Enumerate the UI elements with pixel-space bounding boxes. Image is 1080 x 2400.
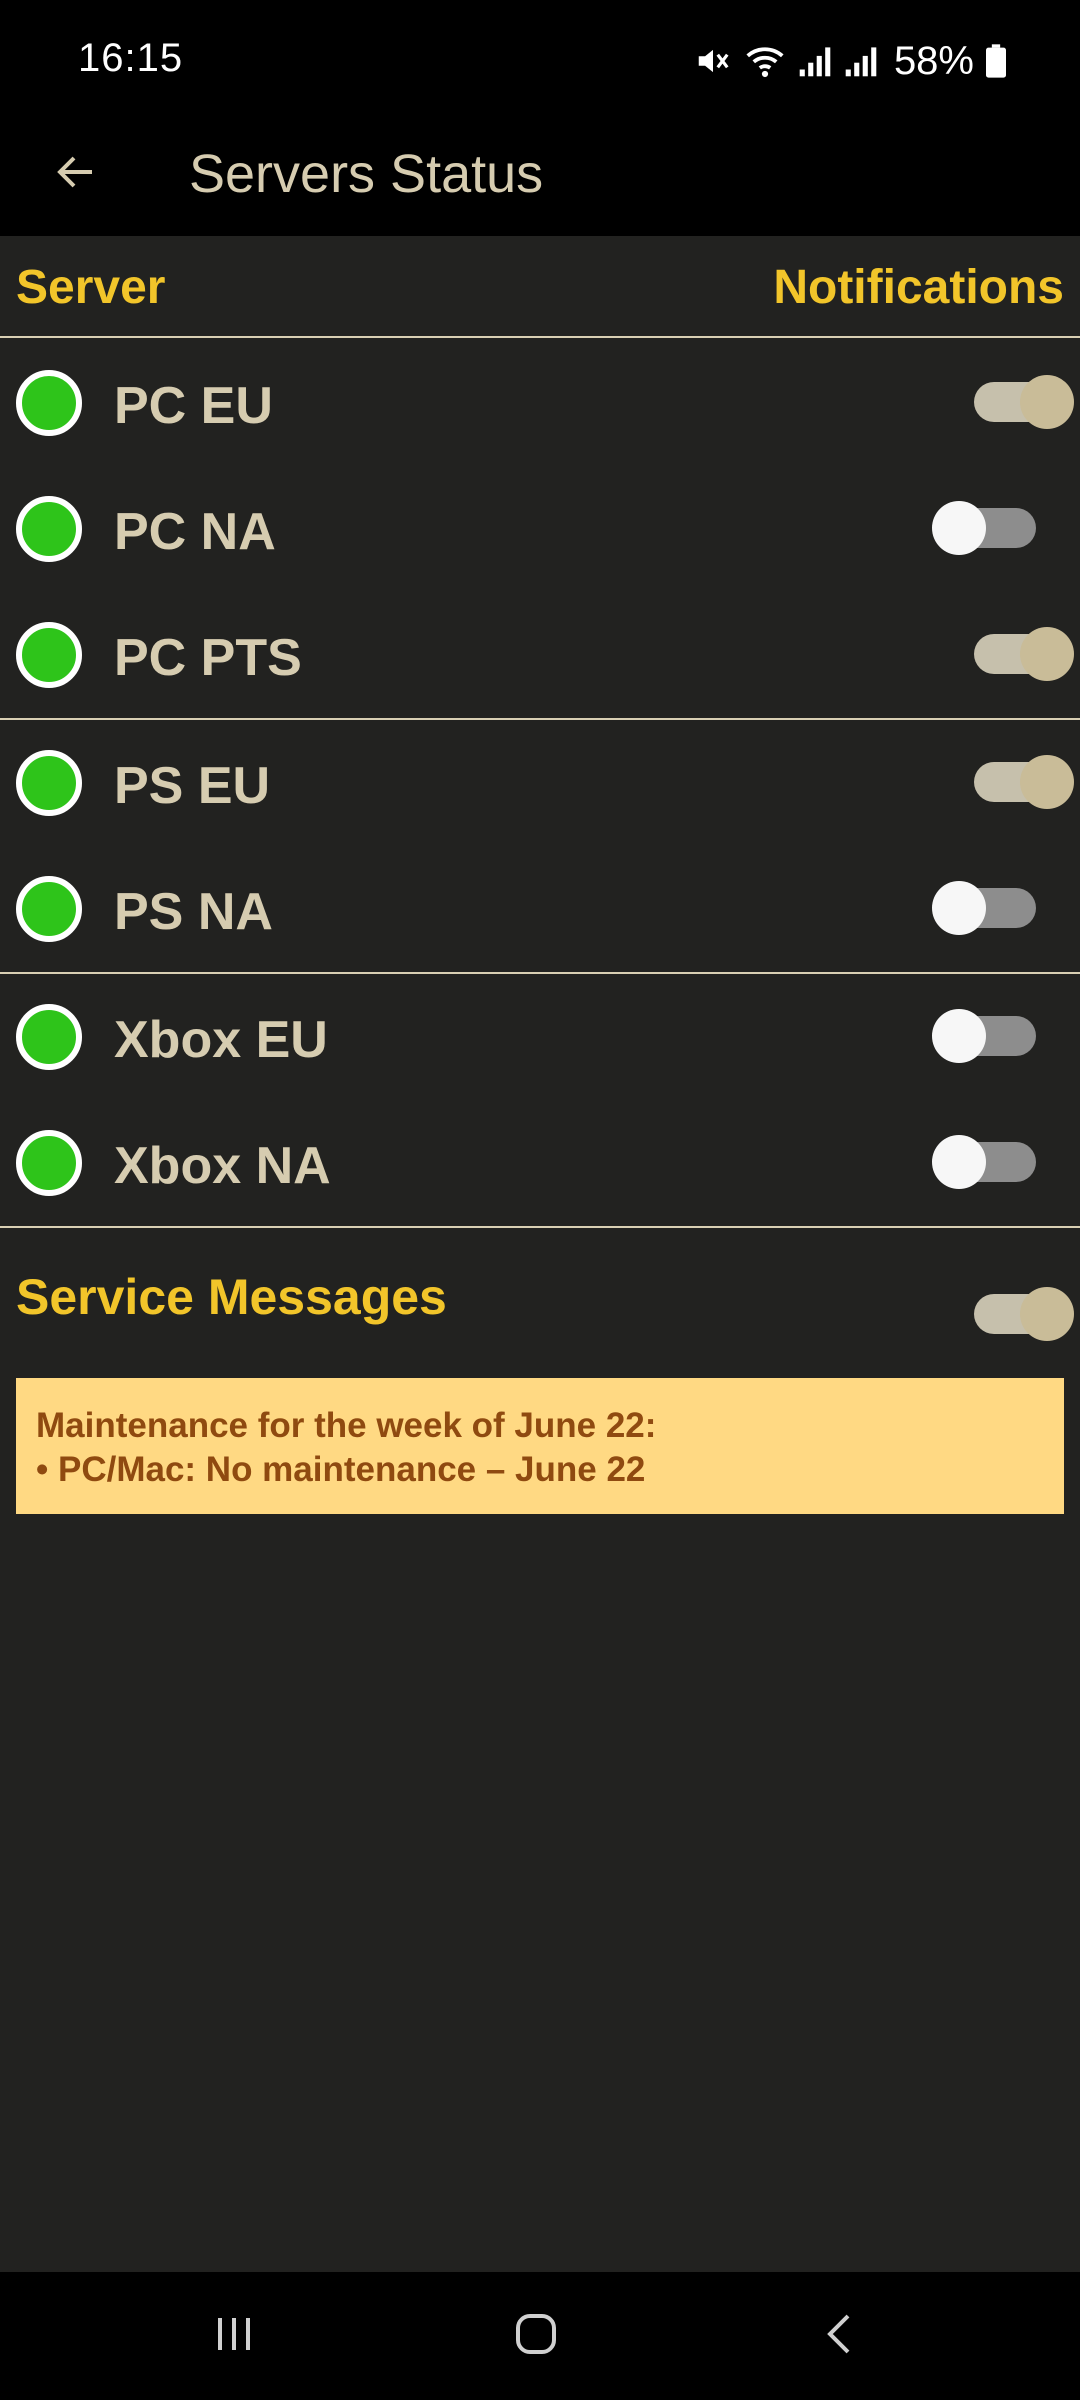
server-row-ps-eu: PS EU xyxy=(0,720,1080,846)
server-name: PS EU xyxy=(114,757,271,815)
server-column-header: Server xyxy=(16,261,166,314)
server-name: Xbox NA xyxy=(114,1137,331,1195)
status-bar: 16:15 58% xyxy=(0,0,1080,120)
wifi-icon xyxy=(744,42,786,80)
back-icon xyxy=(818,2310,862,2363)
notification-toggle-pc-pts[interactable] xyxy=(974,627,1074,681)
server-name: PC NA xyxy=(114,503,276,561)
notifications-column-header: Notifications xyxy=(773,261,1064,314)
service-message-line: • PC/Mac: No maintenance – June 22 xyxy=(36,1450,646,1489)
back-button[interactable] xyxy=(36,134,116,214)
server-row-ps-na: PS NA xyxy=(0,846,1080,972)
mute-icon xyxy=(694,42,732,80)
online-status-icon xyxy=(16,496,82,562)
page-title: Servers Status xyxy=(189,144,544,204)
notification-toggle-ps-na[interactable] xyxy=(932,881,1036,935)
server-row-pc-na: PC NA xyxy=(0,466,1080,592)
server-name: PC PTS xyxy=(114,629,302,687)
battery-icon xyxy=(986,44,1006,78)
system-nav-bar xyxy=(0,2272,1080,2400)
signal-icon xyxy=(844,43,878,79)
recent-apps-button[interactable] xyxy=(184,2296,284,2376)
home-button[interactable] xyxy=(486,2296,586,2376)
server-name: Xbox EU xyxy=(114,1011,328,1069)
online-status-icon xyxy=(16,750,82,816)
recent-apps-icon xyxy=(210,2312,258,2361)
online-status-icon xyxy=(16,622,82,688)
servers-content: Server Notifications PC EU PC NA PC PTS … xyxy=(0,236,1080,2272)
online-status-icon xyxy=(16,1004,82,1070)
service-message-box: Maintenance for the week of June 22: • P… xyxy=(16,1378,1064,1514)
arrow-back-icon xyxy=(52,148,100,201)
notification-toggle-pc-eu[interactable] xyxy=(974,375,1074,429)
notification-toggle-ps-eu[interactable] xyxy=(974,755,1074,809)
status-time: 16:15 xyxy=(78,36,184,80)
app-bar: Servers Status xyxy=(0,120,1080,236)
server-row-pc-eu: PC EU xyxy=(0,340,1080,466)
online-status-icon xyxy=(16,1130,82,1196)
service-messages-toggle[interactable] xyxy=(974,1287,1074,1341)
table-header: Server Notifications xyxy=(0,236,1080,338)
server-name: PS NA xyxy=(114,883,273,941)
service-message-line: Maintenance for the week of June 22: xyxy=(36,1406,657,1445)
server-row-xbox-na: Xbox NA xyxy=(0,1100,1080,1226)
nav-back-button[interactable] xyxy=(790,2296,890,2376)
online-status-icon xyxy=(16,370,82,436)
notification-toggle-xbox-na[interactable] xyxy=(932,1135,1036,1189)
online-status-icon xyxy=(16,876,82,942)
server-row-pc-pts: PC PTS xyxy=(0,592,1080,718)
server-name: PC EU xyxy=(114,377,273,435)
notification-toggle-xbox-eu[interactable] xyxy=(932,1009,1036,1063)
status-icons: 58% xyxy=(694,34,1006,88)
signal-icon xyxy=(798,43,832,79)
battery-percent: 58% xyxy=(893,38,974,83)
home-icon xyxy=(512,2310,560,2363)
service-messages-label: Service Messages xyxy=(16,1269,447,1325)
server-row-xbox-eu: Xbox EU xyxy=(0,974,1080,1100)
group-divider xyxy=(0,1226,1080,1228)
notification-toggle-pc-na[interactable] xyxy=(932,501,1036,555)
